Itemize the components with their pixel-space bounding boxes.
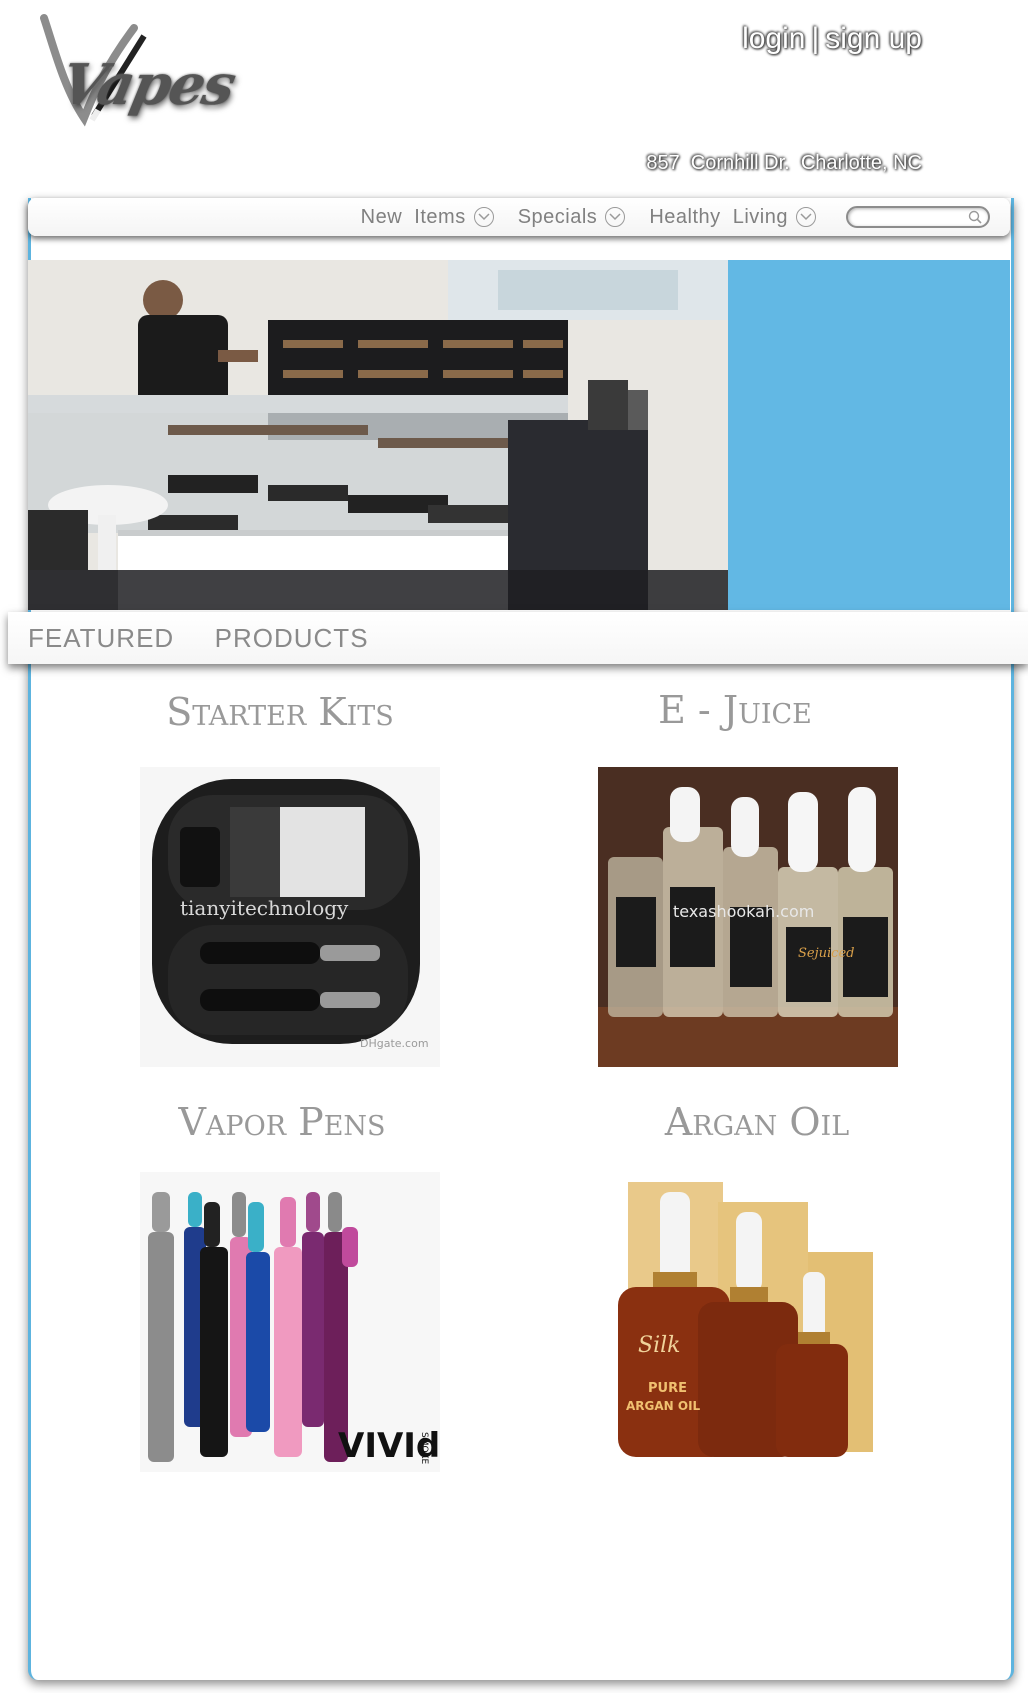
category-title-vapor-pens[interactable]: Vapor Pens xyxy=(82,1100,482,1144)
vapor-pens-image: VIVId SMOKE xyxy=(140,1172,440,1472)
category-title-starter-kits[interactable]: Starter Kits xyxy=(80,690,480,734)
chevron-down-icon xyxy=(473,207,494,227)
bottle-line2: ARGAN OIL xyxy=(626,1399,701,1413)
bottle-line1: PURE xyxy=(648,1381,687,1396)
signup-link[interactable]: sign up xyxy=(825,22,922,56)
bottle-brand: Silk xyxy=(638,1333,680,1358)
bottle-label: Sejuiced xyxy=(798,946,854,961)
hero-banner xyxy=(28,260,1010,610)
image-caption: texashookah.com xyxy=(673,902,814,921)
store-interior-photo xyxy=(28,260,728,610)
nav-label: New Items xyxy=(360,205,466,228)
nav-specials[interactable]: Specials xyxy=(518,206,626,229)
product-card-e-juice[interactable]: Sejuiced texashookah.com xyxy=(598,767,898,1067)
store-address: 857 Cornhill Dr. Charlotte, NC xyxy=(646,152,922,174)
chevron-down-icon xyxy=(605,207,626,227)
search-icon[interactable] xyxy=(968,210,982,224)
argan-oil-bottles-image: Silk PURE ARGAN OIL xyxy=(598,1172,898,1472)
search-box xyxy=(846,206,990,228)
chevron-down-icon xyxy=(796,207,816,227)
store-counter-image xyxy=(28,260,728,610)
image-watermark: DHgate.com xyxy=(360,1037,429,1050)
logo-wordmark: Vapes xyxy=(54,52,240,118)
main-navigation: New Items Specials Healthy Living xyxy=(28,198,1010,236)
login-link[interactable]: login xyxy=(742,22,805,56)
product-card-vapor-pens[interactable]: VIVId SMOKE xyxy=(140,1172,440,1472)
nav-new-items[interactable]: New Items xyxy=(361,206,494,229)
starter-kit-case-image: tianyitechnology DHgate.com xyxy=(140,767,440,1067)
search-input[interactable] xyxy=(858,209,972,227)
product-card-starter-kits[interactable]: tianyitechnology DHgate.com xyxy=(140,767,440,1067)
pen-brand-sub: SMOKE xyxy=(419,1432,429,1464)
category-title-argan-oil[interactable]: Argan Oil xyxy=(557,1100,957,1144)
featured-title: FEATURED PRODUCTS xyxy=(28,622,369,653)
nav-healthy-living[interactable]: Healthy Living xyxy=(649,206,816,229)
featured-products-bar: FEATURED PRODUCTS xyxy=(8,612,1028,664)
image-caption: tianyitechnology xyxy=(180,896,349,920)
category-title-e-juice[interactable]: E - Juice xyxy=(535,688,935,732)
nav-label: Specials xyxy=(517,205,598,228)
auth-separator: | xyxy=(811,22,820,55)
product-card-argan-oil[interactable]: Silk PURE ARGAN OIL xyxy=(598,1172,898,1472)
e-juice-bottles-image: Sejuiced texashookah.com xyxy=(598,767,898,1067)
nav-label: Healthy Living xyxy=(649,205,788,228)
auth-links: login | sign up xyxy=(742,22,922,56)
